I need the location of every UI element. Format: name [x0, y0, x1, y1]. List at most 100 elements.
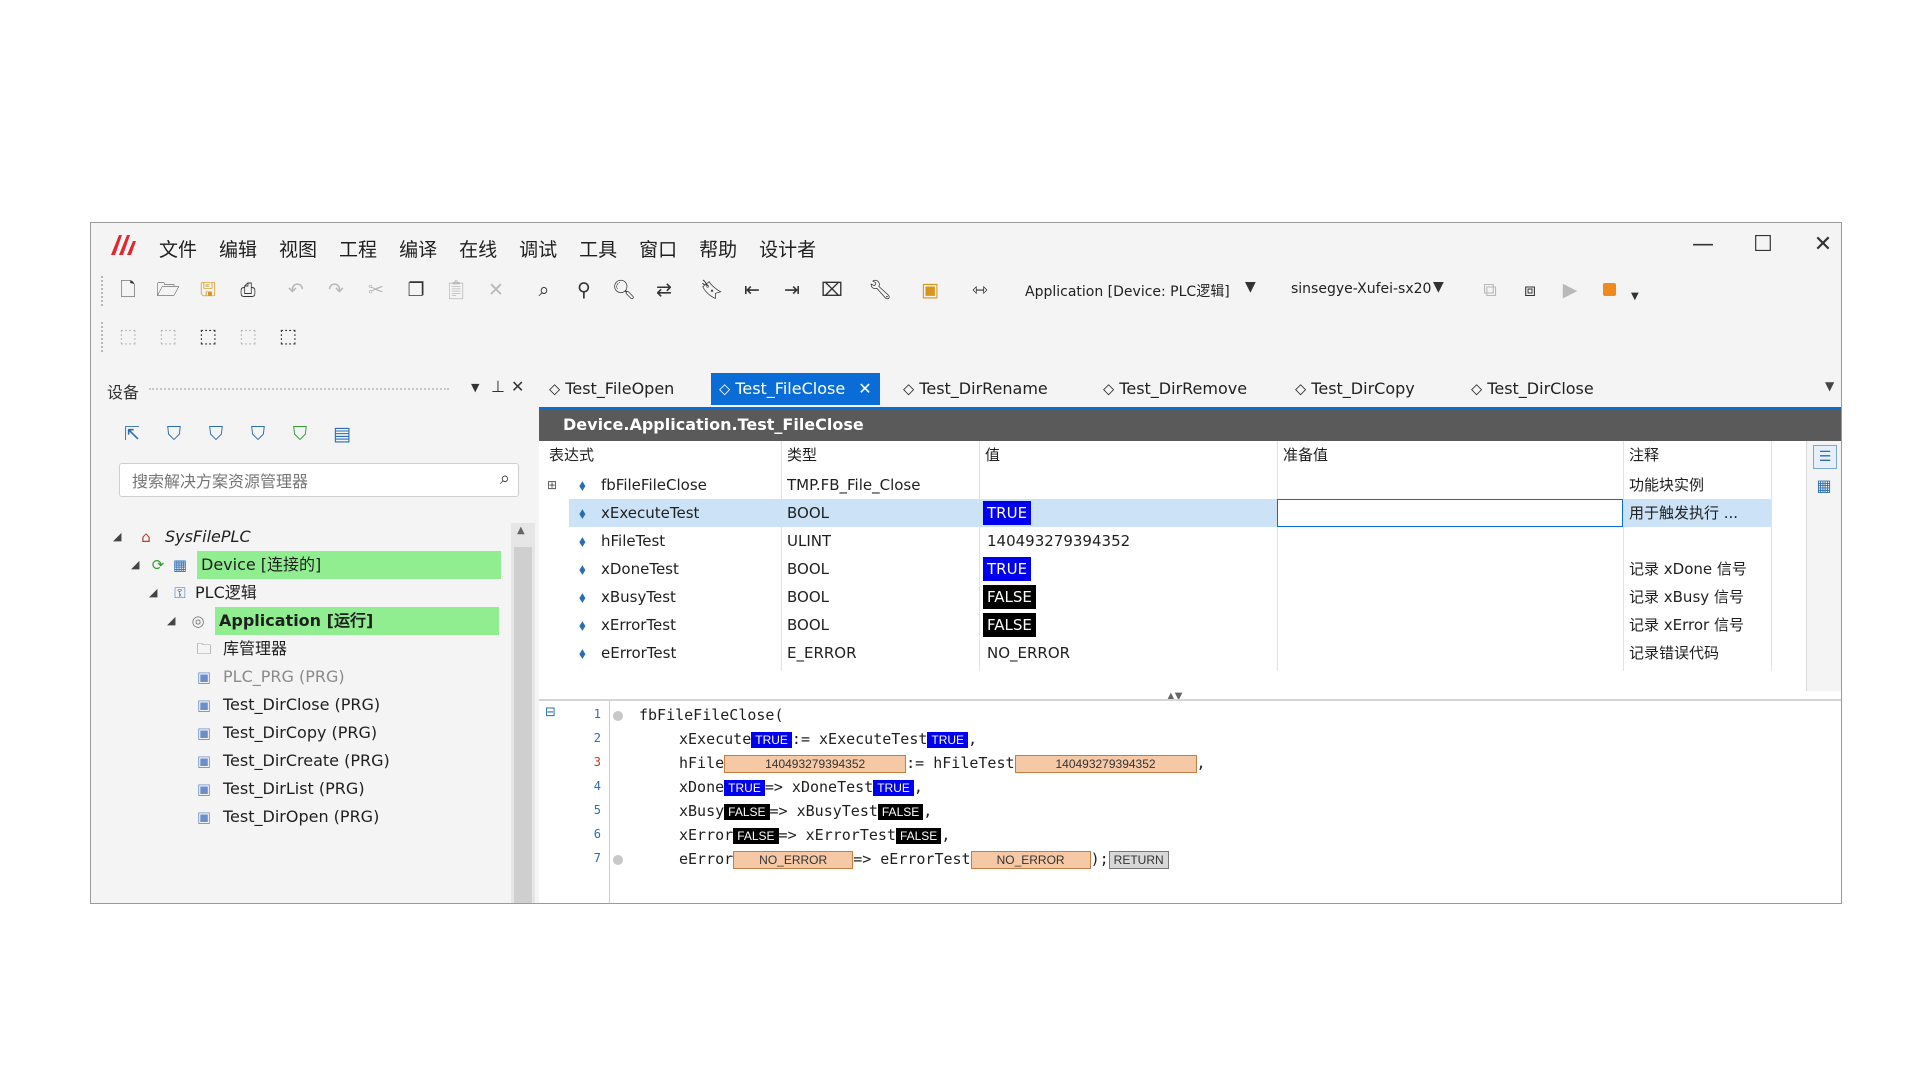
tree-node-sysfileplc[interactable]: ◢ ⌂ SysFilePLC	[113, 523, 443, 551]
column-header-prepared[interactable]: 准备值	[1283, 441, 1328, 469]
run-icon[interactable]: ▶	[1557, 277, 1583, 303]
tab-test-dirclose[interactable]: ⬦ Test_DirClose	[1471, 373, 1594, 405]
menu-tools[interactable]: 工具	[579, 235, 617, 262]
breakpoint-marker[interactable]	[613, 855, 623, 865]
inline-value[interactable]: NO_ERROR	[733, 850, 854, 869]
page-icon-5[interactable]: ⬚	[275, 323, 301, 349]
close-window-button[interactable]: ✕	[1803, 229, 1841, 261]
app-select[interactable]: Application [Device: PLC逻辑]	[1025, 281, 1230, 301]
breakpoint-marker[interactable]	[613, 711, 623, 721]
stop-icon[interactable]	[1603, 283, 1616, 296]
tab-test-dirrename[interactable]: ⬦ Test_DirRename	[903, 373, 1048, 405]
add-object-icon[interactable]: ⇱	[119, 421, 145, 447]
tabs-overflow-chevron-down-icon[interactable]: ▼	[1825, 379, 1834, 393]
logout-icon[interactable]: ⧈	[1517, 277, 1543, 303]
inline-value-true[interactable]: TRUE	[724, 779, 765, 796]
menu-build[interactable]: 编译	[399, 235, 437, 262]
tree-scrollbar-thumb[interactable]	[514, 547, 532, 903]
filter-clear-icon[interactable]: ⛉	[245, 421, 271, 447]
minimize-button[interactable]: —	[1683, 229, 1723, 261]
tab-test-fileopen[interactable]: ⬦ Test_FileOpen	[549, 373, 674, 405]
prepared-value-editor[interactable]	[1277, 499, 1623, 527]
replace-icon[interactable]: ⇄	[651, 277, 677, 303]
menu-window[interactable]: 窗口	[639, 235, 677, 262]
login-icon[interactable]: ⧉	[1477, 277, 1503, 303]
tree-scrollbar[interactable]: ▲	[511, 523, 535, 903]
filter-green-icon[interactable]: ⛉	[287, 421, 313, 447]
tree-node-plc-logic[interactable]: ◢ ⚿ PLC逻辑	[149, 579, 479, 607]
bookmark-icon[interactable]: 🔖︎	[699, 277, 725, 303]
new-file-icon[interactable]: 🗋	[115, 277, 141, 303]
app-select-chevron-down-icon[interactable]: ▼	[1245, 279, 1256, 295]
tree-node-library-manager[interactable]: 🗀 库管理器	[195, 635, 495, 663]
cut-icon[interactable]: ✂	[363, 277, 389, 303]
menu-online[interactable]: 在线	[459, 235, 497, 262]
table-view-icon[interactable]: ▦	[1813, 475, 1835, 497]
inline-value-false[interactable]: FALSE	[733, 827, 779, 844]
inline-value-true[interactable]: TRUE	[927, 731, 969, 748]
collapse-block-icon[interactable]: ⊟	[545, 705, 556, 720]
user-select-chevron-down-icon[interactable]: ▼	[1433, 279, 1444, 295]
solution-search-input[interactable]	[130, 469, 474, 493]
undo-icon[interactable]: ↶	[283, 277, 309, 303]
print-icon[interactable]: ⎙	[235, 277, 261, 303]
tab-test-dircopy[interactable]: ⬦ Test_DirCopy	[1295, 373, 1415, 405]
find-in-file-icon[interactable]: 🔍︎	[611, 277, 637, 303]
save-icon[interactable]: 🖫	[195, 277, 221, 303]
tree-node-test-dircreate[interactable]: ▣ Test_DirCreate (PRG)	[195, 747, 495, 775]
inline-value-false[interactable]: FALSE	[877, 803, 924, 820]
code-editor[interactable]: ⊟ 1 2 3 4 5 6 7 fbFileFileClose( xExecut…	[539, 699, 1841, 903]
paste-icon[interactable]: 📋︎	[443, 277, 469, 303]
column-divider[interactable]	[1771, 441, 1772, 671]
delete-icon[interactable]: ✕	[483, 277, 509, 303]
copy-icon[interactable]: ❐	[403, 277, 429, 303]
panel-menu-chevron-down-icon[interactable]: ▼	[471, 381, 479, 394]
inline-value-false[interactable]: FALSE	[895, 827, 942, 844]
return-marker[interactable]: RETURN	[1108, 850, 1169, 869]
panel-settings-icon[interactable]: ▤	[329, 421, 355, 447]
panel-close-icon[interactable]: ✕	[511, 377, 524, 396]
column-divider[interactable]	[1277, 441, 1278, 671]
inline-value[interactable]: NO_ERROR	[970, 850, 1091, 869]
tree-node-test-dircopy[interactable]: ▣ Test_DirCopy (PRG)	[195, 719, 495, 747]
maximize-button[interactable]: ☐	[1743, 229, 1783, 261]
column-header-comment[interactable]: 注释	[1629, 441, 1659, 469]
column-divider[interactable]	[979, 441, 980, 671]
collapse-icon[interactable]: ◢	[149, 579, 157, 607]
column-divider[interactable]	[1623, 441, 1624, 671]
inline-value[interactable]: 140493279394352	[1014, 754, 1197, 773]
tab-test-dirremove[interactable]: ⬦ Test_DirRemove	[1103, 373, 1247, 405]
find-next-icon[interactable]: ⚲	[571, 277, 597, 303]
inline-value-true[interactable]: TRUE	[873, 779, 914, 796]
redo-icon[interactable]: ↷	[323, 277, 349, 303]
scroll-up-icon[interactable]: ▲	[517, 525, 525, 536]
tree-node-application[interactable]: ◢ ◎ Application [运行]	[167, 607, 511, 635]
menu-project[interactable]: 工程	[339, 235, 377, 262]
open-icon[interactable]: 🗁	[155, 277, 181, 303]
bookmark-clear-icon[interactable]: ⌧	[819, 277, 845, 303]
tree-node-test-dirlist[interactable]: ▣ Test_DirList (PRG)	[195, 775, 495, 803]
page-icon-2[interactable]: ⬚	[155, 323, 181, 349]
textual-view-icon[interactable]: ☰	[1813, 445, 1837, 469]
close-icon[interactable]: ✕	[858, 379, 871, 398]
column-divider[interactable]	[781, 441, 782, 671]
tree-node-test-diropen[interactable]: ▣ Test_DirOpen (PRG)	[195, 803, 495, 831]
menu-file[interactable]: 文件	[159, 235, 197, 262]
menu-help[interactable]: 帮助	[699, 235, 737, 262]
filter-down-icon[interactable]: ⛉	[203, 421, 229, 447]
page-icon-4[interactable]: ⬚	[235, 323, 261, 349]
menu-edit[interactable]: 编辑	[219, 235, 257, 262]
find-icon[interactable]: ⌕	[531, 277, 557, 303]
collapse-icon[interactable]: ◢	[131, 551, 139, 579]
page-icon-3[interactable]: ⬚	[195, 323, 221, 349]
inline-value[interactable]: 140493279394352	[724, 754, 907, 773]
toolbar-grip[interactable]	[101, 276, 106, 306]
menu-view[interactable]: 视图	[279, 235, 317, 262]
wrench-icon[interactable]: 🔧︎	[867, 277, 893, 303]
collapse-icon[interactable]: ◢	[167, 607, 175, 635]
inline-value-true[interactable]: TRUE	[751, 731, 792, 748]
bookmark-next-icon[interactable]: ⇥	[779, 277, 805, 303]
toolbar2-grip[interactable]	[101, 322, 106, 352]
collapse-icon[interactable]: ◢	[113, 523, 121, 551]
user-select[interactable]: sinsegye-Xufei-sx20	[1291, 281, 1431, 297]
